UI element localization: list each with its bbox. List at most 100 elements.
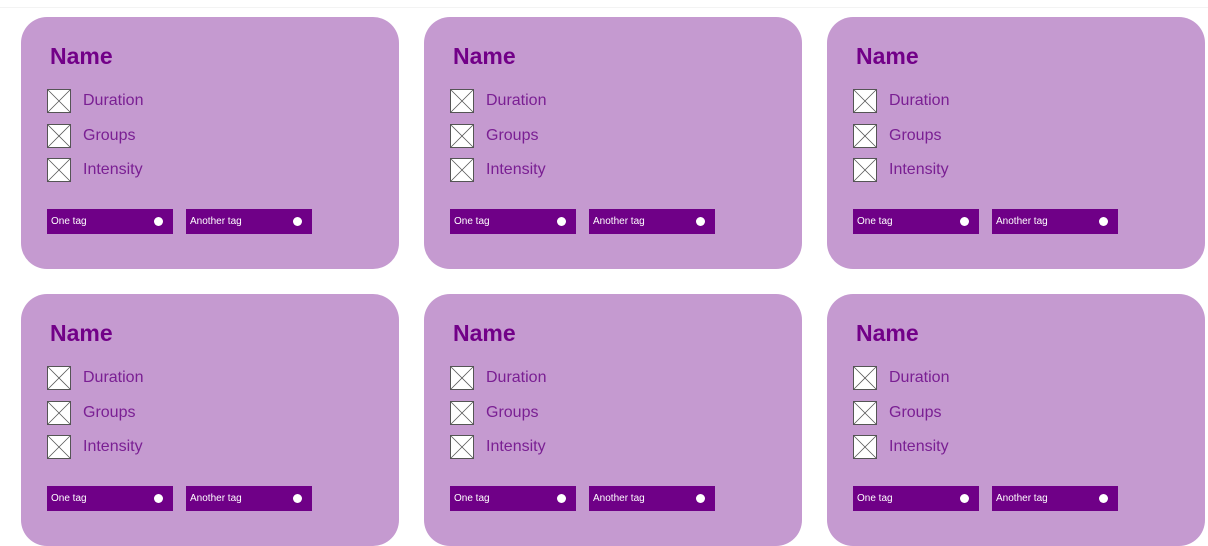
tag-list: One tag Another tag xyxy=(450,209,715,234)
tag-one[interactable]: One tag xyxy=(47,486,173,511)
image-placeholder-icon xyxy=(450,366,474,390)
attribute-label: Intensity xyxy=(486,161,546,178)
tag-another[interactable]: Another tag xyxy=(589,209,715,234)
tag-label: One tag xyxy=(857,492,893,504)
dot-icon xyxy=(293,217,302,226)
image-placeholder-icon xyxy=(450,158,474,182)
dot-icon xyxy=(293,494,302,503)
attribute-list: Duration Groups Intensity xyxy=(853,88,949,192)
image-placeholder-icon xyxy=(47,123,71,148)
image-placeholder-icon xyxy=(853,89,877,113)
attribute-label: Intensity xyxy=(486,438,546,455)
attribute-groups: Groups xyxy=(450,123,546,149)
tag-list: One tag Another tag xyxy=(853,209,1118,234)
image-placeholder-icon xyxy=(853,435,877,459)
card[interactable]: Name Duration Groups Intensity One tag A… xyxy=(21,294,399,546)
tag-one[interactable]: One tag xyxy=(853,486,979,511)
attribute-label: Duration xyxy=(83,369,144,386)
tag-label: One tag xyxy=(857,215,893,227)
tag-label: Another tag xyxy=(190,492,242,504)
tag-label: One tag xyxy=(454,492,490,504)
attribute-duration: Duration xyxy=(853,88,949,114)
attribute-intensity: Intensity xyxy=(47,157,143,183)
attribute-label: Intensity xyxy=(83,161,143,178)
attribute-groups: Groups xyxy=(47,400,143,426)
dot-icon xyxy=(696,217,705,226)
attribute-list: Duration Groups Intensity xyxy=(853,365,949,469)
dot-icon xyxy=(154,494,163,503)
tag-one[interactable]: One tag xyxy=(853,209,979,234)
image-placeholder-icon xyxy=(853,366,877,390)
attribute-label: Groups xyxy=(486,403,539,421)
tag-list: One tag Another tag xyxy=(47,209,312,234)
tag-another[interactable]: Another tag xyxy=(589,486,715,511)
attribute-label: Duration xyxy=(889,369,950,386)
attribute-list: Duration Groups Intensity xyxy=(47,88,143,192)
tag-list: One tag Another tag xyxy=(853,486,1118,511)
attribute-label: Intensity xyxy=(889,438,949,455)
image-placeholder-icon xyxy=(853,400,877,425)
attribute-label: Groups xyxy=(486,126,539,144)
card[interactable]: Name Duration Groups Intensity One tag A… xyxy=(424,17,802,269)
dot-icon xyxy=(1099,217,1108,226)
attribute-label: Duration xyxy=(486,369,547,386)
image-placeholder-icon xyxy=(47,366,71,390)
tag-label: Another tag xyxy=(593,215,645,227)
card[interactable]: Name Duration Groups Intensity One tag A… xyxy=(424,294,802,546)
tag-label: Another tag xyxy=(593,492,645,504)
card-grid: Name Duration Groups Intensity One tag A… xyxy=(21,17,1206,546)
attribute-intensity: Intensity xyxy=(853,434,949,460)
image-placeholder-icon xyxy=(450,89,474,113)
attribute-label: Intensity xyxy=(83,438,143,455)
dot-icon xyxy=(557,217,566,226)
card[interactable]: Name Duration Groups Intensity One tag A… xyxy=(21,17,399,269)
card-title: Name xyxy=(50,320,113,346)
attribute-intensity: Intensity xyxy=(450,157,546,183)
image-placeholder-icon xyxy=(47,89,71,113)
image-placeholder-icon xyxy=(47,400,71,425)
dot-icon xyxy=(696,494,705,503)
image-placeholder-icon xyxy=(47,435,71,459)
attribute-intensity: Intensity xyxy=(47,434,143,460)
tag-list: One tag Another tag xyxy=(450,486,715,511)
tag-another[interactable]: Another tag xyxy=(186,209,312,234)
attribute-duration: Duration xyxy=(47,88,143,114)
card-title: Name xyxy=(453,320,516,346)
card[interactable]: Name Duration Groups Intensity One tag A… xyxy=(827,17,1205,269)
tag-one[interactable]: One tag xyxy=(450,486,576,511)
dot-icon xyxy=(154,217,163,226)
attribute-duration: Duration xyxy=(853,365,949,391)
card-title: Name xyxy=(856,43,919,69)
attribute-duration: Duration xyxy=(47,365,143,391)
attribute-list: Duration Groups Intensity xyxy=(450,365,546,469)
attribute-label: Intensity xyxy=(889,161,949,178)
card-title: Name xyxy=(453,43,516,69)
attribute-label: Groups xyxy=(889,126,942,144)
tag-label: Another tag xyxy=(190,215,242,227)
card[interactable]: Name Duration Groups Intensity One tag A… xyxy=(827,294,1205,546)
attribute-intensity: Intensity xyxy=(450,434,546,460)
attribute-duration: Duration xyxy=(450,365,546,391)
attribute-label: Duration xyxy=(83,92,144,109)
image-placeholder-icon xyxy=(450,435,474,459)
attribute-list: Duration Groups Intensity xyxy=(450,88,546,192)
dot-icon xyxy=(960,217,969,226)
tag-label: One tag xyxy=(51,492,87,504)
tag-another[interactable]: Another tag xyxy=(186,486,312,511)
tag-another[interactable]: Another tag xyxy=(992,209,1118,234)
attribute-label: Groups xyxy=(83,126,136,144)
tag-label: One tag xyxy=(454,215,490,227)
attribute-groups: Groups xyxy=(853,123,949,149)
attribute-list: Duration Groups Intensity xyxy=(47,365,143,469)
dot-icon xyxy=(960,494,969,503)
attribute-groups: Groups xyxy=(853,400,949,426)
tag-one[interactable]: One tag xyxy=(450,209,576,234)
attribute-groups: Groups xyxy=(450,400,546,426)
tag-one[interactable]: One tag xyxy=(47,209,173,234)
tag-label: One tag xyxy=(51,215,87,227)
card-title: Name xyxy=(856,320,919,346)
tag-another[interactable]: Another tag xyxy=(992,486,1118,511)
attribute-label: Groups xyxy=(889,403,942,421)
dot-icon xyxy=(557,494,566,503)
dot-icon xyxy=(1099,494,1108,503)
